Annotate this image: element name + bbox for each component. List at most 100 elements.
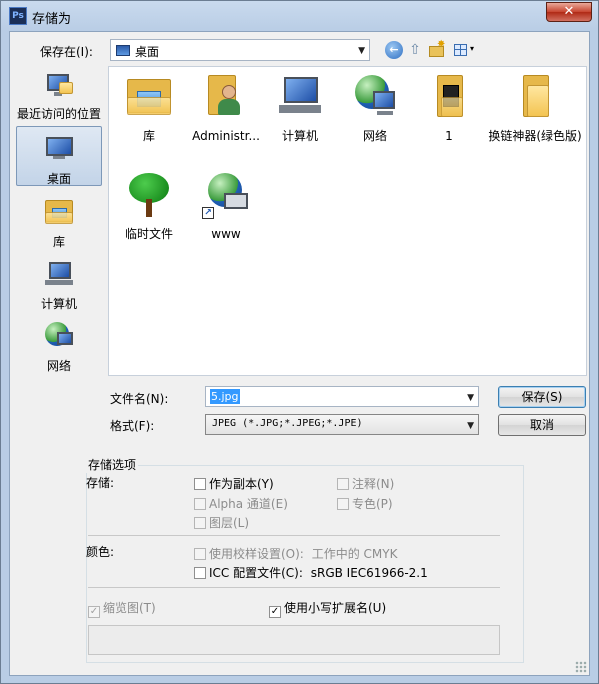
list-item[interactable]: Administr... bbox=[186, 73, 266, 145]
format-dropdown[interactable]: JPEG (*.JPG;*.JPEG;*.JPE) ▼ bbox=[205, 414, 479, 435]
message-area bbox=[88, 625, 500, 655]
list-item[interactable]: 1 bbox=[409, 73, 489, 145]
as-copy-checkbox[interactable]: 作为副本(Y) bbox=[194, 475, 274, 492]
icc-label: ICC 配置文件(C): bbox=[209, 566, 303, 580]
item-label: 临时文件 bbox=[124, 227, 173, 241]
place-recent[interactable]: 最近访问的位置 bbox=[16, 68, 102, 122]
proof-detail: 工作中的 CMYK bbox=[311, 547, 398, 561]
as-copy-label: 作为副本(Y) bbox=[209, 477, 274, 491]
notes-label: 注释(N) bbox=[352, 477, 395, 491]
up-one-level-button[interactable]: ⇧ bbox=[406, 41, 424, 59]
chevron-down-icon: ▾ bbox=[470, 44, 475, 53]
item-label: 网络 bbox=[362, 129, 387, 143]
item-label: 1 bbox=[445, 129, 453, 143]
checkmark-icon: ✓ bbox=[88, 606, 100, 618]
save-in-value: 桌面 bbox=[135, 45, 160, 59]
checkbox-icon bbox=[194, 498, 206, 510]
icc-profile-checkbox[interactable]: ICC 配置文件(C): sRGB IEC61966-2.1 bbox=[194, 564, 428, 581]
save-as-dialog: Ps 存储为 ✕ 保存在(I): 桌面 ▼ ← ⇧ ✸ ▾ 最近访问的位置 桌面… bbox=[0, 0, 599, 684]
place-label: 计算机 bbox=[40, 297, 77, 311]
view-menu-button[interactable]: ▾ bbox=[452, 41, 480, 59]
checkbox-icon bbox=[194, 567, 206, 579]
list-item[interactable]: ↗ www bbox=[186, 171, 266, 243]
list-item[interactable]: 计算机 bbox=[260, 73, 340, 145]
checkbox-icon bbox=[337, 478, 349, 490]
back-arrow-icon: ← bbox=[389, 43, 399, 56]
network-icon bbox=[43, 320, 75, 352]
place-network[interactable]: 网络 bbox=[16, 320, 102, 374]
notes-checkbox[interactable]: 注释(N) bbox=[337, 475, 394, 492]
alpha-channels-checkbox[interactable]: Alpha 通道(E) bbox=[194, 495, 288, 512]
place-label: 网络 bbox=[46, 359, 71, 373]
checkbox-icon bbox=[337, 498, 349, 510]
spot-colors-checkbox[interactable]: 专色(P) bbox=[337, 495, 393, 512]
sparkle-icon: ✸ bbox=[437, 39, 446, 50]
divider bbox=[88, 535, 500, 536]
new-folder-button[interactable]: ✸ bbox=[428, 39, 446, 59]
lowercase-ext-label: 使用小写扩展名(U) bbox=[284, 601, 387, 615]
use-proof-setup-checkbox[interactable]: 使用校样设置(O): 工作中的 CMYK bbox=[194, 545, 397, 562]
save-button[interactable]: 保存(S) bbox=[498, 386, 586, 408]
item-label: 库 bbox=[142, 129, 155, 143]
icc-detail: sRGB IEC61966-2.1 bbox=[310, 566, 428, 580]
proof-label: 使用校样设置(O): bbox=[209, 547, 304, 561]
place-desktop[interactable]: 桌面 bbox=[16, 126, 102, 186]
layers-checkbox[interactable]: 图层(L) bbox=[194, 514, 249, 531]
save-in-dropdown[interactable]: 桌面 ▼ bbox=[110, 39, 370, 61]
folder-icon bbox=[511, 73, 559, 121]
close-button[interactable]: ✕ bbox=[546, 2, 592, 22]
view-grid-icon bbox=[454, 44, 467, 56]
file-list[interactable]: 库 Administr... 计算机 网络 1 换链神器(绿色版) 临时文件 ↗… bbox=[108, 66, 587, 376]
photoshop-icon: Ps bbox=[9, 7, 27, 25]
places-bar: 最近访问的位置 桌面 库 计算机 网络 bbox=[14, 66, 104, 410]
checkbox-icon bbox=[194, 548, 206, 560]
up-folder-icon: ⇧ bbox=[409, 42, 421, 58]
place-label: 最近访问的位置 bbox=[16, 107, 101, 121]
place-libraries[interactable]: 库 bbox=[16, 196, 102, 250]
place-computer[interactable]: 计算机 bbox=[16, 258, 102, 312]
item-label: 计算机 bbox=[281, 129, 318, 143]
title-bar[interactable]: Ps 存储为 ✕ bbox=[1, 1, 598, 31]
resize-grip-icon[interactable] bbox=[575, 661, 587, 673]
recent-places-icon bbox=[43, 68, 75, 100]
filename-label: 文件名(N): bbox=[110, 392, 169, 406]
computer-icon bbox=[276, 73, 324, 121]
format-label: 格式(F): bbox=[110, 419, 155, 433]
list-item[interactable]: 库 bbox=[109, 73, 189, 145]
save-section-label: 存储: bbox=[86, 476, 115, 490]
desktop-icon bbox=[116, 45, 130, 56]
place-label: 桌面 bbox=[46, 172, 71, 186]
folder-icon bbox=[425, 73, 473, 121]
place-label: 库 bbox=[52, 235, 65, 249]
checkbox-icon bbox=[194, 517, 206, 529]
color-section-label: 颜色: bbox=[86, 545, 115, 559]
libraries-icon bbox=[43, 196, 75, 228]
list-item[interactable]: 临时文件 bbox=[109, 171, 189, 243]
item-label: Administr... bbox=[192, 129, 260, 143]
lowercase-extension-checkbox[interactable]: ✓ 使用小写扩展名(U) bbox=[269, 599, 386, 618]
cancel-button[interactable]: 取消 bbox=[498, 414, 586, 436]
list-item[interactable]: 换链神器(绿色版) bbox=[485, 73, 585, 145]
computer-icon bbox=[43, 258, 75, 290]
format-value: JPEG (*.JPG;*.JPEG;*.JPE) bbox=[212, 418, 363, 429]
save-in-label: 保存在(I): bbox=[40, 45, 93, 59]
thumbnail-label: 缩览图(T) bbox=[103, 601, 156, 615]
thumbnail-checkbox[interactable]: ✓ 缩览图(T) bbox=[88, 599, 156, 618]
filename-input[interactable]: 5.jpg ▼ bbox=[205, 386, 479, 407]
back-button[interactable]: ← bbox=[385, 41, 403, 59]
alpha-label: Alpha 通道(E) bbox=[209, 497, 288, 511]
filename-value: 5.jpg bbox=[210, 389, 240, 404]
user-folder-icon bbox=[202, 73, 250, 121]
shortcut-arrow-icon: ↗ bbox=[202, 207, 214, 219]
save-options-title: 存储选项 bbox=[86, 456, 139, 473]
chevron-down-icon[interactable]: ▼ bbox=[467, 393, 474, 403]
divider bbox=[88, 587, 500, 588]
checkbox-icon bbox=[194, 478, 206, 490]
network-icon bbox=[351, 73, 399, 121]
tree-icon bbox=[125, 171, 173, 219]
list-item[interactable]: 网络 bbox=[335, 73, 415, 145]
chevron-down-icon: ▼ bbox=[467, 421, 474, 431]
checkmark-icon: ✓ bbox=[269, 606, 281, 618]
spot-label: 专色(P) bbox=[352, 497, 393, 511]
dialog-body: 保存在(I): 桌面 ▼ ← ⇧ ✸ ▾ 最近访问的位置 桌面 库 计算机 网络… bbox=[9, 31, 590, 676]
